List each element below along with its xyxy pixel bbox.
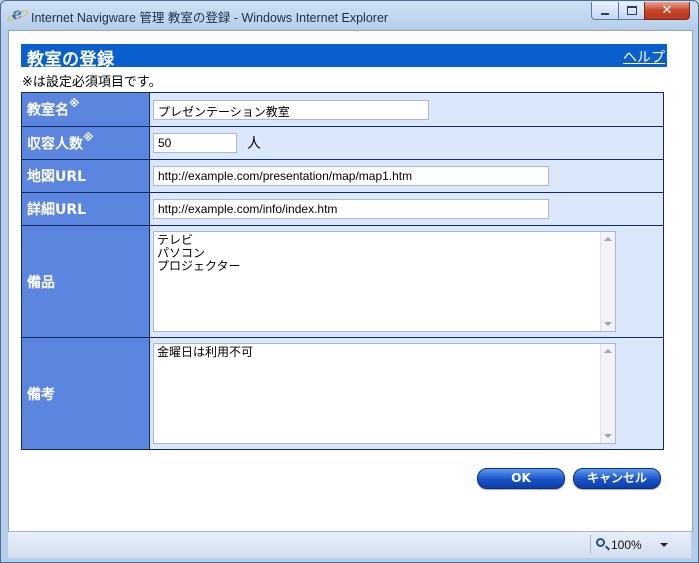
classroom-form: 教室名※ プレゼンテーション教室 収容人数※ 50 人 地図URL http:/… xyxy=(21,92,664,450)
equipment-line: テレビ xyxy=(157,233,194,247)
equipment-label-cell: 備品 xyxy=(21,225,150,338)
map-url-value-cell: http://example.com/presentation/map/map1… xyxy=(149,159,664,193)
form-row-notes: 備考 金曜日は利用不可 xyxy=(21,337,664,450)
equipment-textarea[interactable]: テレビ パソコン プロジェクター xyxy=(153,231,616,332)
form-row-name: 教室名※ プレゼンテーション教室 xyxy=(21,92,664,127)
name-label-cell: 教室名※ xyxy=(21,92,150,127)
classroom-name-input[interactable]: プレゼンテーション教室 xyxy=(153,99,429,120)
notes-value-cell: 金曜日は利用不可 xyxy=(149,337,664,450)
zoom-level[interactable]: 100% xyxy=(611,538,642,552)
name-label: 教室名 xyxy=(27,102,69,119)
close-button[interactable]: ✕ xyxy=(644,2,690,20)
equipment-label: 備品 xyxy=(27,274,55,291)
detail-url-value-cell: http://example.com/info/index.htm xyxy=(149,192,664,226)
equipment-value-cell: テレビ パソコン プロジェクター xyxy=(149,225,664,338)
map-url-label: 地図URL xyxy=(27,169,87,185)
scroll-up-icon[interactable] xyxy=(604,237,612,241)
cancel-button[interactable]: キャンセル xyxy=(573,468,661,489)
capacity-input[interactable]: 50 xyxy=(153,133,237,153)
required-mark: ※ xyxy=(69,97,80,111)
equipment-scrollbar[interactable] xyxy=(600,232,615,331)
notes-textarea[interactable]: 金曜日は利用不可 xyxy=(153,343,616,444)
form-row-capacity: 収容人数※ 50 人 xyxy=(21,126,664,160)
zoom-icon[interactable] xyxy=(596,538,605,547)
browser-window: e Internet Navigware 管理 教室の登録 - Windows … xyxy=(0,0,699,563)
form-row-detail-url: 詳細URL http://example.com/info/index.htm xyxy=(21,192,664,226)
help-link[interactable]: ヘルプ xyxy=(623,47,665,67)
notes-label-cell: 備考 xyxy=(21,337,150,450)
status-bar: 100% xyxy=(8,531,691,558)
capacity-label: 収容人数 xyxy=(27,136,83,153)
map-url-input[interactable]: http://example.com/presentation/map/map1… xyxy=(153,166,549,186)
title-bar: e Internet Navigware 管理 教室の登録 - Windows … xyxy=(1,1,698,29)
page-content: 教室の登録 ヘルプ ※は設定必須項目です。 教室名※ プレゼンテーション教室 収… xyxy=(8,30,693,532)
capacity-unit: 人 xyxy=(247,136,261,152)
status-divider xyxy=(590,535,591,554)
scroll-up-icon[interactable] xyxy=(604,349,612,353)
map-url-label-cell: 地図URL xyxy=(21,159,150,193)
name-value-cell: プレゼンテーション教室 xyxy=(149,92,664,127)
minimize-icon xyxy=(601,12,609,15)
form-row-equipment: 備品 テレビ パソコン プロジェクター xyxy=(21,225,664,338)
notes-scrollbar[interactable] xyxy=(600,344,615,443)
form-row-map-url: 地図URL http://example.com/presentation/ma… xyxy=(21,159,664,193)
scroll-down-icon[interactable] xyxy=(604,434,612,438)
maximize-icon xyxy=(626,6,637,15)
close-icon: ✕ xyxy=(661,3,673,18)
ie-icon: e xyxy=(9,6,25,22)
ok-button[interactable]: OK xyxy=(477,468,565,489)
capacity-value-cell: 50 人 xyxy=(149,126,664,160)
required-mark: ※ xyxy=(83,130,94,144)
maximize-button[interactable] xyxy=(618,2,645,20)
dialog-header: 教室の登録 ヘルプ xyxy=(21,44,667,70)
required-note: ※は設定必須項目です。 xyxy=(22,75,162,90)
capacity-label-cell: 収容人数※ xyxy=(21,126,150,160)
minimize-button[interactable] xyxy=(591,2,619,20)
detail-url-label: 詳細URL xyxy=(27,202,87,218)
equipment-line: プロジェクター xyxy=(157,259,241,273)
page-title: 教室の登録 xyxy=(27,50,115,70)
detail-url-input[interactable]: http://example.com/info/index.htm xyxy=(153,199,549,219)
chevron-down-icon[interactable] xyxy=(660,543,668,547)
detail-url-label-cell: 詳細URL xyxy=(21,192,150,226)
notes-label: 備考 xyxy=(27,386,55,403)
scroll-down-icon[interactable] xyxy=(604,322,612,326)
notes-line: 金曜日は利用不可 xyxy=(157,345,254,359)
window-title: Internet Navigware 管理 教室の登録 - Windows In… xyxy=(31,11,389,25)
